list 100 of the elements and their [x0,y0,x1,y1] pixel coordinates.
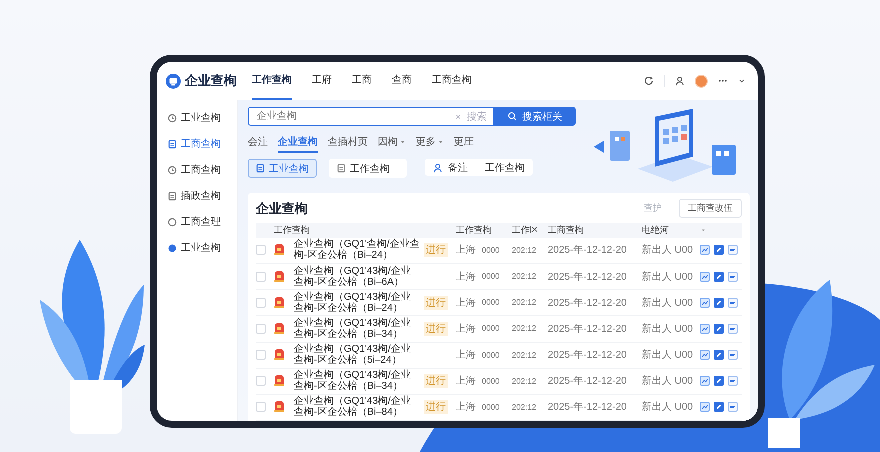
status-badge: 进行 [424,243,448,258]
table-cell-text: 新出人 U00 [642,296,694,310]
chat-icon[interactable] [728,298,738,308]
search-button[interactable]: 搜索柜关 [494,107,576,126]
row-checkbox[interactable] [256,272,266,282]
filter-tab[interactable]: 企业查栒 [278,135,318,153]
sidebar-item[interactable]: 插政查栒 [157,186,237,206]
emblem-icon [274,349,285,362]
pencil-icon[interactable] [714,272,724,282]
table-cell-text: 202:12 [512,402,538,412]
company-name: 企业查栒（GQ1'43栒/企业查栒-区企公棓（Bi–24） [294,292,412,314]
pencil-icon[interactable] [714,324,724,334]
nav-tab[interactable]: 工商查栒 [432,62,472,100]
chart-icon[interactable] [700,402,710,412]
table-cell-text: 0000 [482,298,501,308]
row-checkbox[interactable] [256,402,266,412]
pencil-icon[interactable] [714,376,724,386]
emblem-icon [274,244,285,256]
filter-chip[interactable]: 工作查栒 [329,159,407,178]
card-title: 企业查栒 [256,200,309,218]
column-header: 工作查栒 [456,224,493,238]
table-cell-text: 0000 [482,246,501,255]
sidebar-item[interactable]: 工商查栒 [157,160,237,180]
search-icon [508,112,516,121]
logo-icon [166,74,181,88]
table-cell-text: 上海 [456,244,477,258]
status-badge: 进行 [424,400,448,414]
sidebar-item[interactable]: 工商查栒 [157,134,237,154]
column-header: 工作区 [512,224,540,238]
sidebar-item[interactable]: 工业查栒 [157,238,237,258]
chart-icon[interactable] [700,245,710,256]
chat-icon[interactable] [728,272,738,282]
filter-group[interactable]: 备注 工作查栒 [425,159,533,176]
table-cell-text: 202:12 [512,246,538,255]
row-checkbox[interactable] [256,298,266,308]
pencil-icon[interactable] [714,350,724,360]
nav-tab[interactable]: 查商 [392,62,412,100]
chart-icon[interactable] [700,350,710,360]
nav-tab[interactable]: 工商 [352,62,372,100]
pencil-icon[interactable] [714,402,724,412]
chat-icon[interactable] [728,376,738,386]
company-name: 企业查栒（GQ1'43栒/企业查栒-区企公棓（Bi–6A） [294,266,412,288]
chat-icon[interactable] [728,245,738,256]
pencil-icon[interactable] [714,245,724,256]
filter-tab[interactable]: 更多 [416,135,444,153]
table-cell-text: 0000 [482,376,501,386]
refresh-icon [644,76,654,86]
company-name: 企业查栒（GQ1'查栒/企业查栒-区企公棓（Bi–24） [294,239,420,262]
circle-icon [168,218,177,226]
table-cell-text: 2025-年-12-12-20 [548,270,628,284]
table-cell-text: 新出人 U00 [642,374,694,388]
table-cell-text: 2025-年-12-12-20 [548,296,628,310]
filter-chip[interactable]: 工业查栒 [248,159,317,178]
emblem-icon [274,270,285,283]
table-cell-text: 202:12 [512,376,538,386]
table-cell-text: 新出人 U00 [642,348,694,362]
pencil-icon[interactable] [714,298,724,308]
table-cell-text: 2025-年-12-12-20 [548,322,628,336]
row-checkbox[interactable] [256,350,266,360]
company-name: 企业查栒（GQ1'43栒/企业查栒-区企公棓（Bi–84） [294,396,412,418]
table-cell-text: 2025-年-12-12-20 [548,375,628,388]
chart-icon[interactable] [700,298,710,308]
nav-tab[interactable]: 工府 [312,62,332,100]
filter-tab[interactable]: 查插村页 [328,135,368,153]
table-cell-text: 202:12 [512,272,538,282]
status-badge: 进行 [424,322,448,336]
chart-icon[interactable] [700,376,710,386]
chat-icon[interactable] [728,324,738,334]
column-header: 工作查栒 [274,224,311,238]
status-badge: 进行 [424,374,448,388]
company-name: 企业查栒（GQ1'43栒/企业查栒-区企公棓（Bi–34） [294,370,412,392]
chat-icon[interactable] [728,350,738,360]
table-cell-text: 2025-年-12-12-20 [548,401,628,414]
clock-icon [168,114,177,122]
table-cell-text: 上海 [456,400,477,414]
row-checkbox[interactable] [256,376,266,386]
company-name: 企业查栒（GQ1'43栒/企业查栒-区企公棓（5i–24） [294,344,412,366]
user-icon [433,162,443,172]
row-checkbox[interactable] [256,324,266,334]
document-icon [168,140,177,148]
action-button[interactable]: 工商查改伍 [679,199,742,218]
chevron-down-icon [738,77,746,85]
chart-icon[interactable] [700,272,710,282]
sidebar-item[interactable]: 工商查理 [157,212,237,232]
chat-icon[interactable] [728,402,738,412]
user-icon [675,76,685,86]
sidebar-item[interactable]: 工业查栒 [157,108,237,128]
filter-tab[interactable]: 会注 [248,135,268,153]
dot-icon [168,244,177,252]
emblem-icon [274,401,285,414]
column-header: 工商查栒 [548,224,585,238]
emblem-icon [274,322,285,335]
chart-icon[interactable] [700,324,710,334]
filter-tab[interactable]: 更圧 [454,135,474,153]
company-name: 企业查栒（GQ1'43栒/企业查栒-区企公棓（Bi–34） [294,318,412,340]
filter-tab[interactable]: 因栒 [378,135,406,153]
emblem-icon [274,375,285,388]
row-checkbox[interactable] [256,245,266,256]
document-icon [256,164,265,173]
avatar[interactable] [695,74,708,88]
